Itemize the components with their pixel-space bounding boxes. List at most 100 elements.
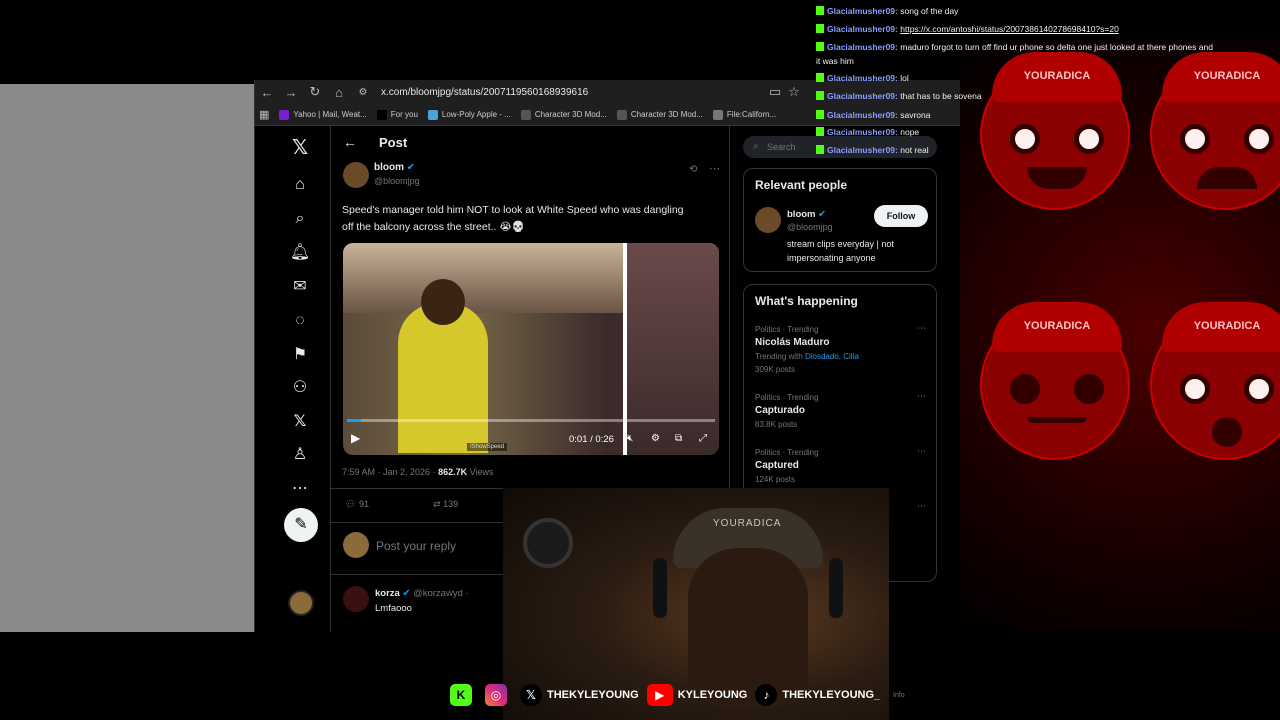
post-more-icon[interactable]: ⋯ <box>709 162 720 175</box>
premium-x-icon[interactable]: 𝕏 <box>289 411 311 433</box>
trend-more-icon[interactable]: ⋯ <box>917 391 926 402</box>
chat-username[interactable]: Glacialmusher09: <box>827 24 898 34</box>
play-icon[interactable]: ▶ <box>351 431 360 445</box>
chat-username[interactable]: Glacialmusher09: <box>827 6 898 16</box>
chat-message: Glacialmusher09: maduro forgot to turn o… <box>816 40 1280 54</box>
home-nav-icon[interactable]: ⌂ <box>289 174 311 196</box>
reply-author-avatar[interactable] <box>343 586 369 612</box>
kick-badge-icon <box>816 110 824 119</box>
compose-feather-icon: ✎ <box>294 516 308 533</box>
trend-more-icon[interactable]: ⋯ <box>917 446 926 457</box>
emote-mouth <box>1197 167 1257 189</box>
grok-explain-icon[interactable]: ⟲ <box>689 164 697 175</box>
chat-text[interactable]: https://x.com/antoshi/status/20073861402… <box>900 24 1119 34</box>
chat-text: nope <box>900 127 920 137</box>
tiktok-link[interactable]: ♪ THEKYLEYOUNG_ <box>755 684 880 706</box>
verified-badge-icon: ✔ <box>818 209 827 220</box>
x-link[interactable]: 𝕏 THEKYLEYOUNG <box>520 684 639 706</box>
search-input[interactable]: Search <box>767 142 796 152</box>
kick-badge-icon <box>816 127 824 136</box>
bookmark-item[interactable]: Yahoo | Mail, Weat... <box>279 109 367 120</box>
account-avatar[interactable] <box>288 590 314 616</box>
trend-more-icon[interactable]: ⋯ <box>917 501 926 512</box>
emote-face: YOURADICA <box>1150 302 1280 460</box>
fullscreen-icon[interactable]: ⤢ <box>699 433 707 444</box>
author-avatar[interactable] <box>343 162 369 188</box>
emote-face: YOURADICA <box>980 302 1130 460</box>
apps-grid-icon[interactable]: ▦ <box>259 108 269 121</box>
chat-username[interactable]: Glacialmusher09: <box>827 42 898 52</box>
bookmark-item[interactable]: Character 3D Mod... <box>520 109 607 120</box>
bookmark-item[interactable]: Character 3D Mod... <box>616 109 703 120</box>
relevant-handle[interactable]: @bloomjpg <box>787 222 833 232</box>
emote-sunglasses <box>1074 374 1104 404</box>
author-handle[interactable]: @bloomjpg <box>374 176 420 186</box>
reply-input[interactable]: Post your reply <box>376 539 456 553</box>
chat-username[interactable]: Glacialmusher09: <box>827 91 898 101</box>
bookmark-item[interactable]: File:Californ... <box>712 109 776 120</box>
kick-link[interactable]: K <box>450 684 477 706</box>
youtube-link[interactable]: ▶ KYLEYOUNG <box>646 684 747 706</box>
relevant-avatar[interactable] <box>755 207 781 233</box>
compose-post-button[interactable]: ✎ <box>284 508 318 542</box>
bookmark-item[interactable]: Low-Poly Apple - ... <box>427 109 511 120</box>
follow-button[interactable]: Follow <box>874 205 928 227</box>
chat-username[interactable]: Glacialmusher09: <box>827 73 898 83</box>
author-name[interactable]: bloom ✔ <box>374 162 415 173</box>
notifications-bell-icon[interactable]: 🔔︎ <box>289 242 311 264</box>
instagram-link[interactable]: ◎ <box>485 684 512 706</box>
explore-search-icon[interactable]: ⌕ <box>289 208 311 230</box>
home-icon[interactable]: ⌂ <box>327 85 351 100</box>
bookmark-favicon-icon <box>427 109 438 120</box>
bookmark-label: For you <box>390 110 418 119</box>
trend-item[interactable]: Politics · Trending ⋯ Captured 124K post… <box>744 446 938 492</box>
repost-count-button[interactable]: ⇄ 139 <box>433 499 458 510</box>
profile-icon[interactable]: ♙ <box>289 444 311 466</box>
reload-icon[interactable]: ↻ <box>303 84 327 100</box>
chat-message: Glacialmusher09: https://x.com/antoshi/s… <box>816 22 1280 36</box>
back-icon[interactable]: ← <box>255 85 279 100</box>
x-logo-icon[interactable]: 𝕏 <box>289 137 311 159</box>
reply-author-name[interactable]: korza ✔ @korzawyd · <box>375 588 469 599</box>
grok-icon[interactable]: ◌ <box>289 310 311 332</box>
forward-icon[interactable]: → <box>279 85 303 100</box>
chat-message: Glacialmusher09: nope <box>816 125 1280 139</box>
pip-icon[interactable]: ⧉ <box>675 433 682 444</box>
chat-text: maduro forgot to turn off find ur phone … <box>900 42 1213 52</box>
communities-icon[interactable]: ⚇ <box>289 377 311 399</box>
reply-count-button[interactable]: 💬︎ 91 <box>345 499 369 510</box>
kick-badge-icon <box>816 91 824 100</box>
trend-item[interactable]: Politics · Trending ⋯ Capturado 83.8K po… <box>744 391 938 437</box>
back-arrow-icon[interactable]: ← <box>343 134 357 150</box>
trend-name: Captured <box>755 460 799 471</box>
trend-links[interactable]: Diosdado, Cilia <box>805 352 859 361</box>
messages-mail-icon[interactable]: ✉ <box>289 276 311 298</box>
chat-username[interactable]: Glacialmusher09: <box>827 110 898 120</box>
kick-badge-icon <box>816 6 824 15</box>
bookmark-star-icon[interactable]: ☆ <box>782 84 806 100</box>
footer-info-link[interactable]: Info <box>893 692 905 699</box>
chat-username[interactable]: Glacialmusher09: <box>827 127 898 137</box>
webcam-cap-text: YOURADICA <box>713 518 782 529</box>
settings-gear-icon[interactable]: ⚙ <box>651 433 660 444</box>
chat-message: Glacialmusher09: savrona <box>816 108 1280 122</box>
site-info-icon[interactable]: ⚙ <box>351 87 375 98</box>
video-player[interactable]: ▶ IShowSpeed 0:01 / 0:26 🔇︎ ⚙ ⧉ ⤢ <box>343 243 719 455</box>
chat-message: Glacialmusher09: lol <box>816 71 1280 85</box>
video-progress-track[interactable] <box>347 419 715 422</box>
relevant-name[interactable]: bloom ✔ <box>787 209 826 220</box>
bookmark-favicon-icon <box>279 109 290 120</box>
url-field[interactable]: x.com/bloomjpg/status/200711956016893961… <box>381 87 588 98</box>
search-icon: ⌕ <box>753 141 759 152</box>
chat-message: Glacialmusher09: not real <box>816 143 1280 157</box>
bookmark-item[interactable]: For you <box>376 109 418 120</box>
mute-icon[interactable]: 🔇︎ <box>627 433 633 444</box>
trend-more-icon[interactable]: ⋯ <box>917 323 926 334</box>
trend-name: Nicolás Maduro <box>755 337 830 348</box>
chat-username[interactable]: Glacialmusher09: <box>827 145 898 155</box>
page-title: Post <box>379 135 408 150</box>
kick-icon: K <box>450 684 472 706</box>
more-icon[interactable]: ⋯ <box>289 478 311 500</box>
bookmarks-icon[interactable]: ⚑ <box>289 344 311 366</box>
trend-item[interactable]: Politics · Trending ⋯ Nicolás Maduro Tre… <box>744 323 938 381</box>
